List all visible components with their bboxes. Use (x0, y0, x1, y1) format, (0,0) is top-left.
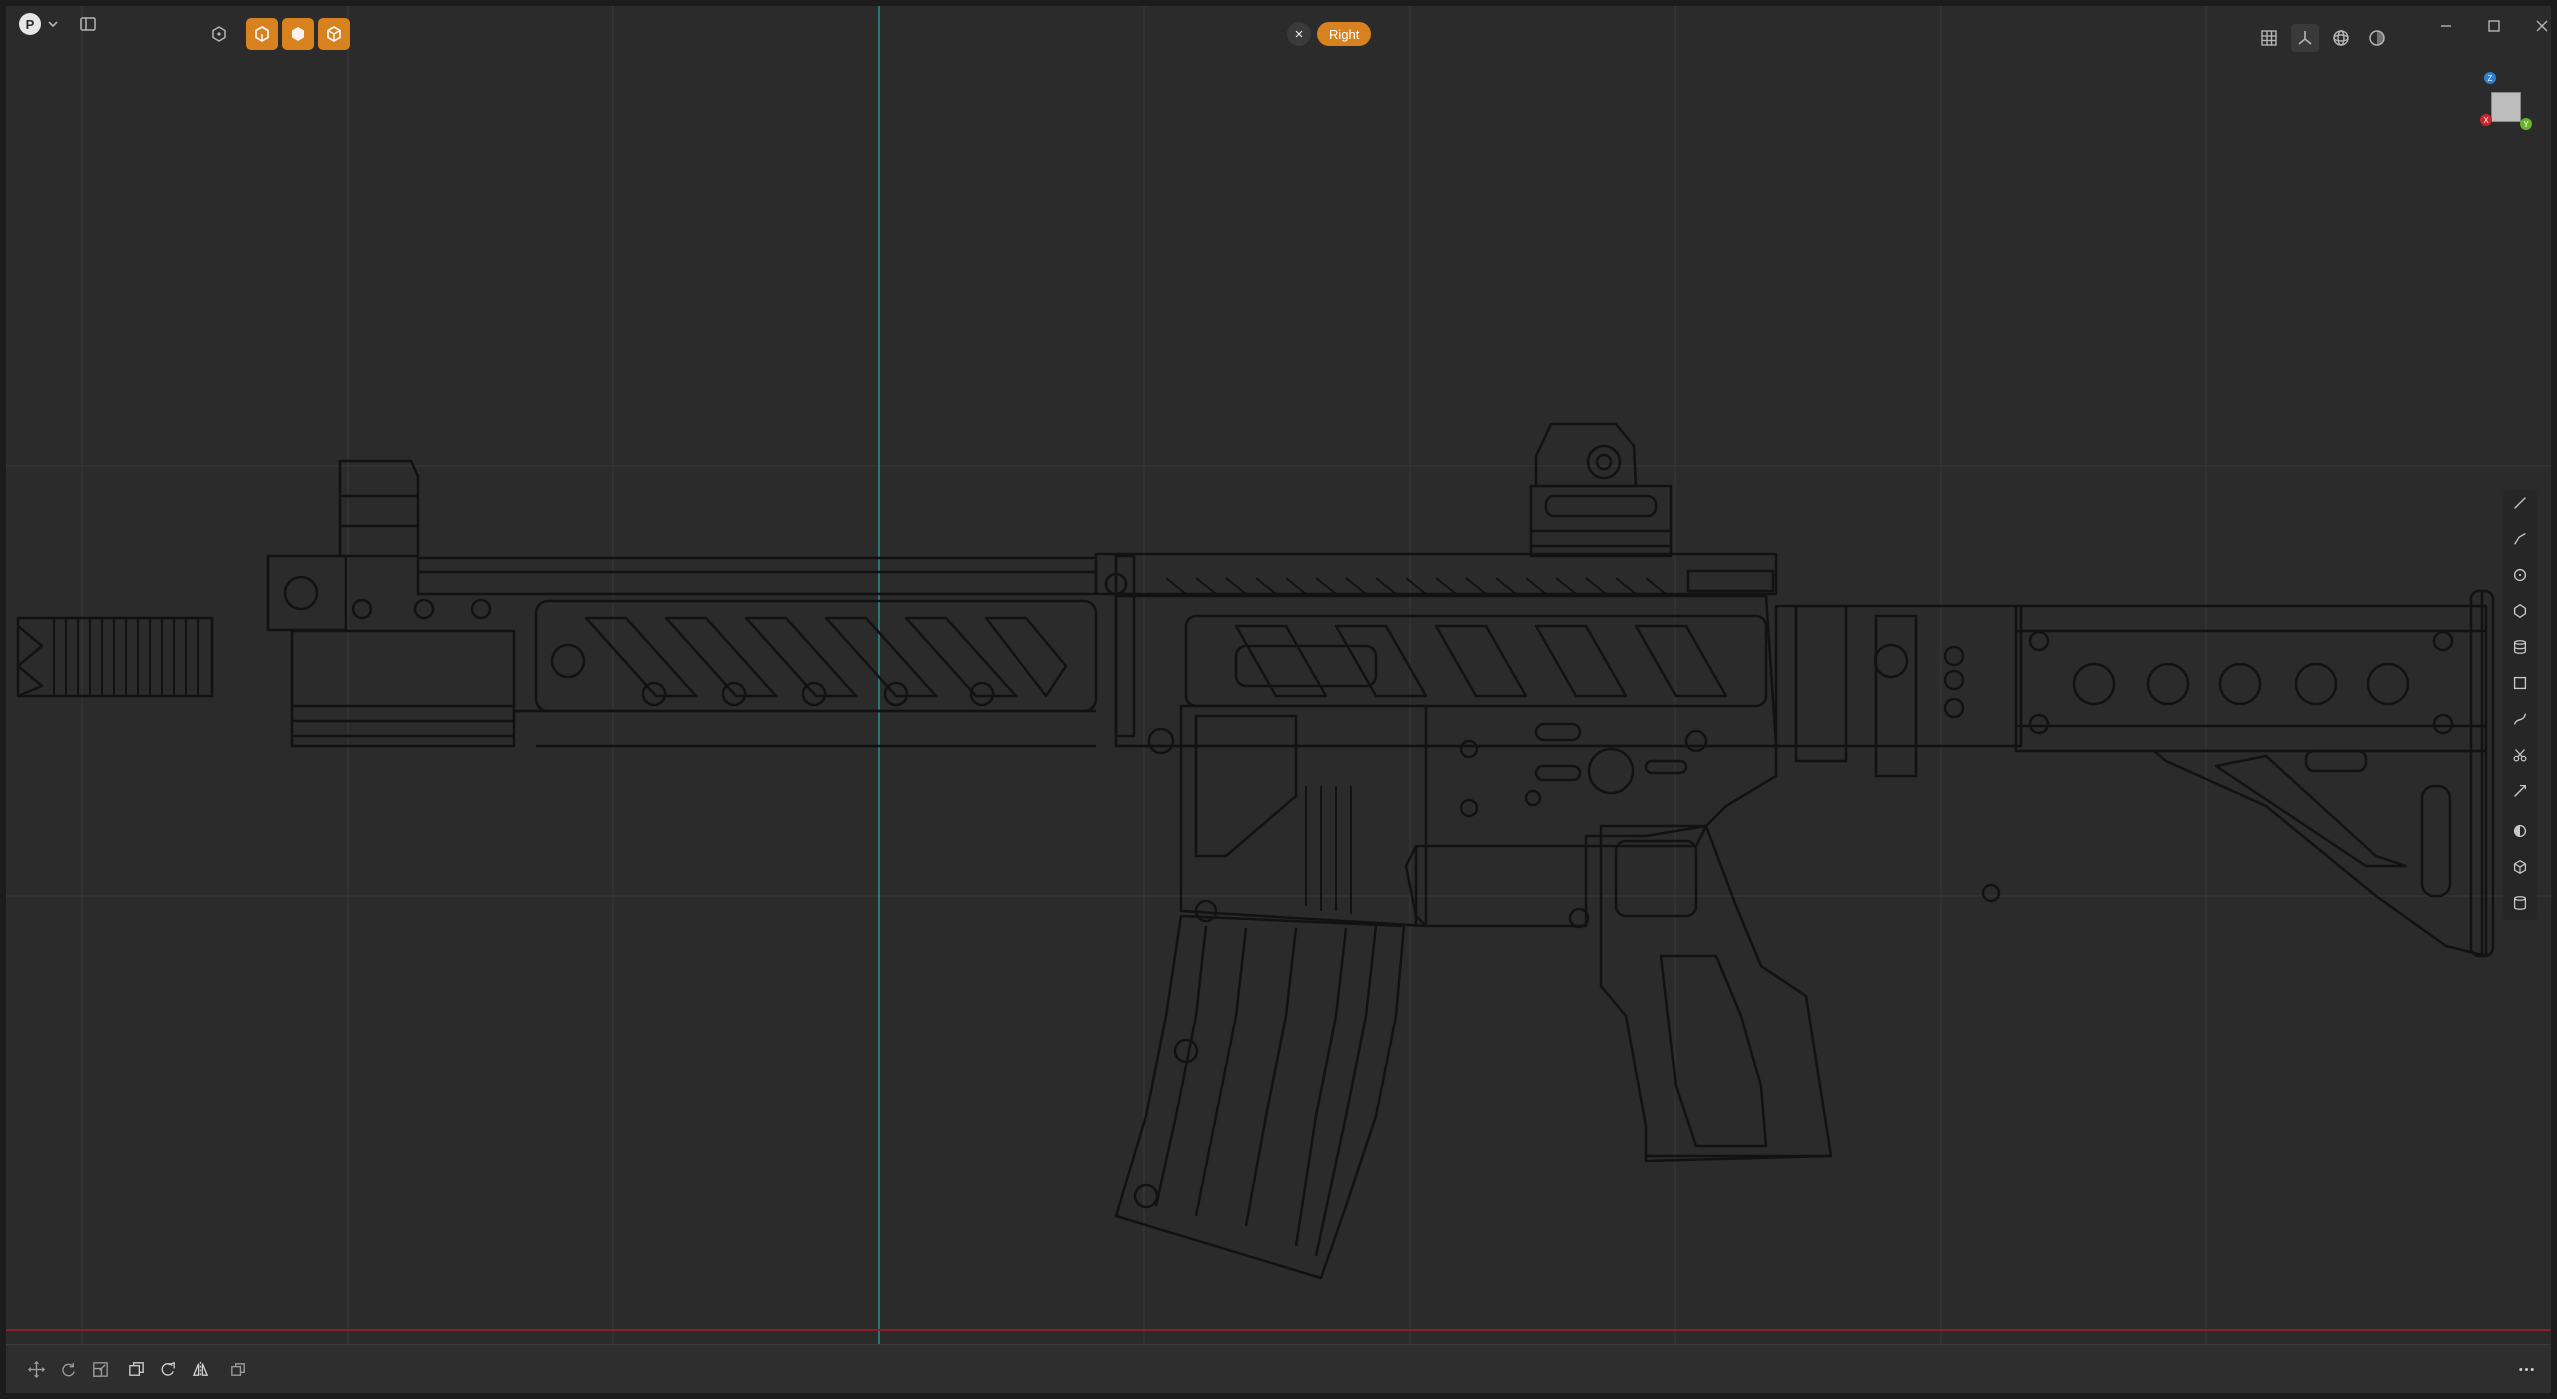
half-sphere-icon[interactable] (2507, 818, 2533, 844)
sidebar-toggle-icon[interactable] (74, 10, 102, 38)
close-window-icon[interactable] (2528, 12, 2551, 40)
wireframe-icon[interactable] (2327, 24, 2355, 52)
render-shading-icon[interactable] (318, 18, 350, 50)
array-icon[interactable] (224, 1355, 252, 1383)
polyline-icon[interactable] (2507, 526, 2533, 552)
line-icon[interactable] (2507, 490, 2533, 516)
maximize-icon[interactable] (2480, 12, 2508, 40)
knife-icon[interactable] (2507, 778, 2533, 804)
rotate-copy-icon[interactable] (154, 1355, 182, 1383)
gizmo-x-axis[interactable]: X (2480, 114, 2492, 126)
more-options-icon[interactable] (2512, 1355, 2540, 1383)
gizmo-y-axis[interactable]: Y (2520, 118, 2532, 130)
polygon-icon[interactable] (2507, 598, 2533, 624)
duplicate-icon[interactable] (122, 1355, 150, 1383)
grid-icon[interactable] (2255, 24, 2283, 52)
material-shading-icon[interactable] (282, 18, 314, 50)
muzzle-brake (16, 616, 214, 698)
cylinder-icon[interactable] (2507, 890, 2533, 916)
move-icon[interactable] (22, 1355, 50, 1383)
handguard (290, 556, 1098, 748)
circle-icon[interactable] (2507, 562, 2533, 588)
chevron-down-icon[interactable] (42, 10, 64, 38)
rifle-wireframe[interactable] (6, 6, 2551, 1344)
close-view-button[interactable]: × (1287, 22, 1311, 46)
pistol-grip (1599, 824, 1833, 1163)
app-window: P × Right Z X Y (6, 6, 2551, 1393)
gizmo-cube[interactable] (2491, 92, 2521, 122)
rotate-icon[interactable] (54, 1355, 82, 1383)
cut-icon[interactable] (2507, 742, 2533, 768)
rear-sight (1529, 422, 1775, 593)
rectangle-icon[interactable] (2507, 670, 2533, 696)
minimize-icon[interactable] (2432, 12, 2460, 40)
3d-viewport[interactable]: P × Right Z X Y (6, 6, 2551, 1344)
xray-icon[interactable] (2363, 24, 2391, 52)
gizmo-z-axis[interactable]: Z (2484, 72, 2496, 84)
solid-shading-icon[interactable] (246, 18, 278, 50)
viewport-toolbar: P × Right (6, 6, 2551, 52)
scale-icon[interactable] (86, 1355, 114, 1383)
app-logo[interactable]: P (19, 13, 41, 35)
magazine (1114, 914, 1406, 1280)
view-label-badge[interactable]: Right (1317, 22, 1372, 46)
axes-icon[interactable] (2291, 24, 2319, 52)
object-mode-icon[interactable] (205, 20, 233, 48)
magazine-well (1147, 704, 1428, 928)
mirror-icon[interactable] (186, 1355, 214, 1383)
cube-icon[interactable] (2507, 854, 2533, 880)
transform-toolbar (6, 1344, 2551, 1393)
front-sight (266, 459, 492, 632)
orientation-gizmo[interactable]: Z X Y (2476, 66, 2536, 136)
creation-toolbar (2503, 490, 2537, 920)
curve-icon[interactable] (2507, 706, 2533, 732)
buttstock (1774, 589, 2495, 958)
cylinder-stack-icon[interactable] (2507, 634, 2533, 660)
